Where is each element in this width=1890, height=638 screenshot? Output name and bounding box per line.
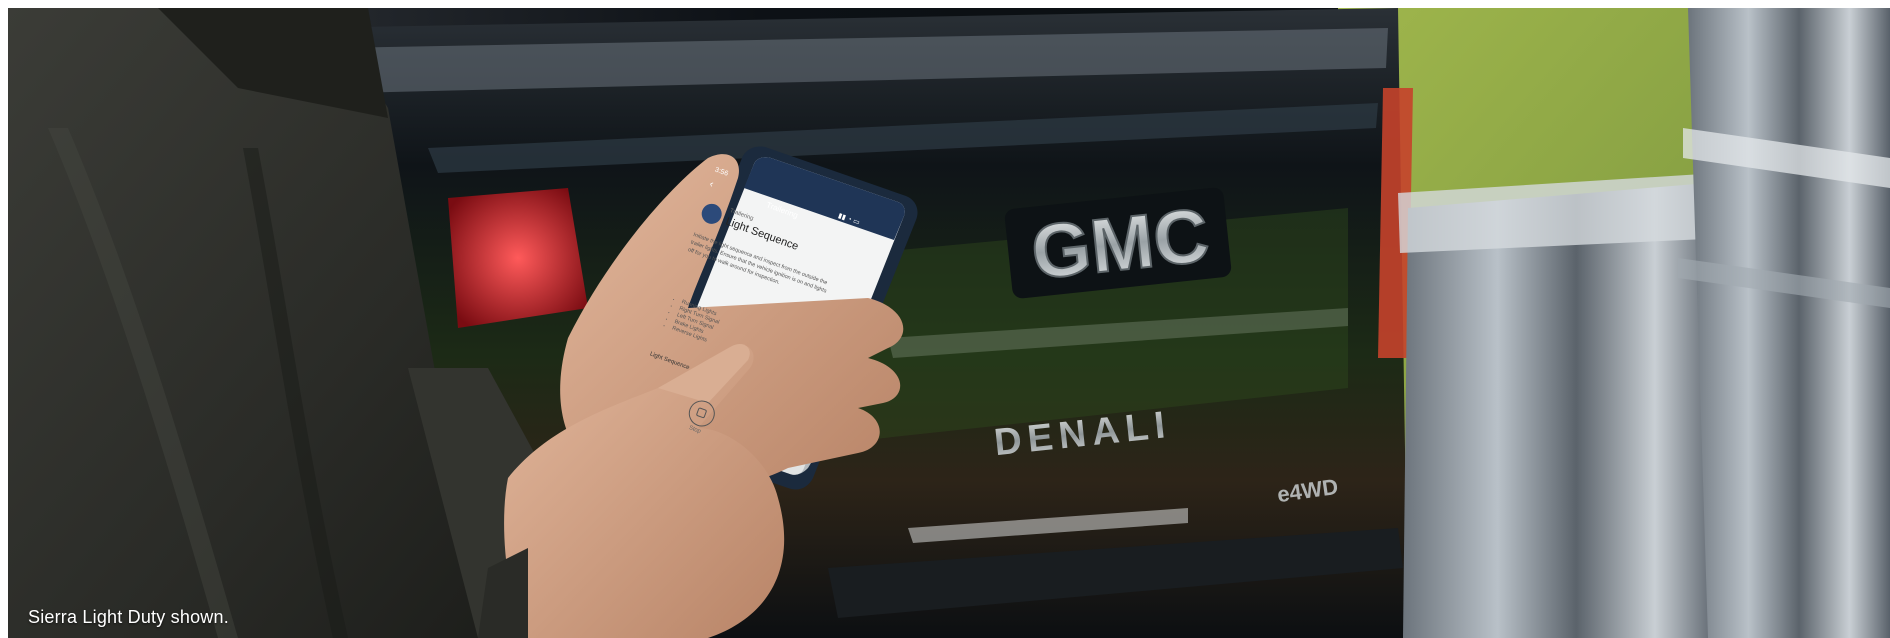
- hero-photo: GMC DENALI e4WD 3:56 ▮▮ ◔ ▭ ‹ Trailering…: [8, 8, 1890, 638]
- section-label: Light Sequence: [648, 351, 691, 372]
- feature-description: Initiate the light sequence and inspect …: [686, 232, 829, 295]
- status-time: 3:56: [713, 166, 729, 178]
- trailer-feature-icon: [698, 201, 725, 227]
- steel-storage-box: [1403, 183, 1718, 638]
- photo-caption: Sierra Light Duty shown.: [28, 607, 229, 627]
- steel-pillar: [1688, 8, 1890, 638]
- signal-battery-icon: ▮▮ ◔ ▭: [837, 212, 861, 227]
- tailgate-photo-scene: GMC DENALI e4WD: [8, 8, 1890, 638]
- tail-light: [448, 188, 588, 328]
